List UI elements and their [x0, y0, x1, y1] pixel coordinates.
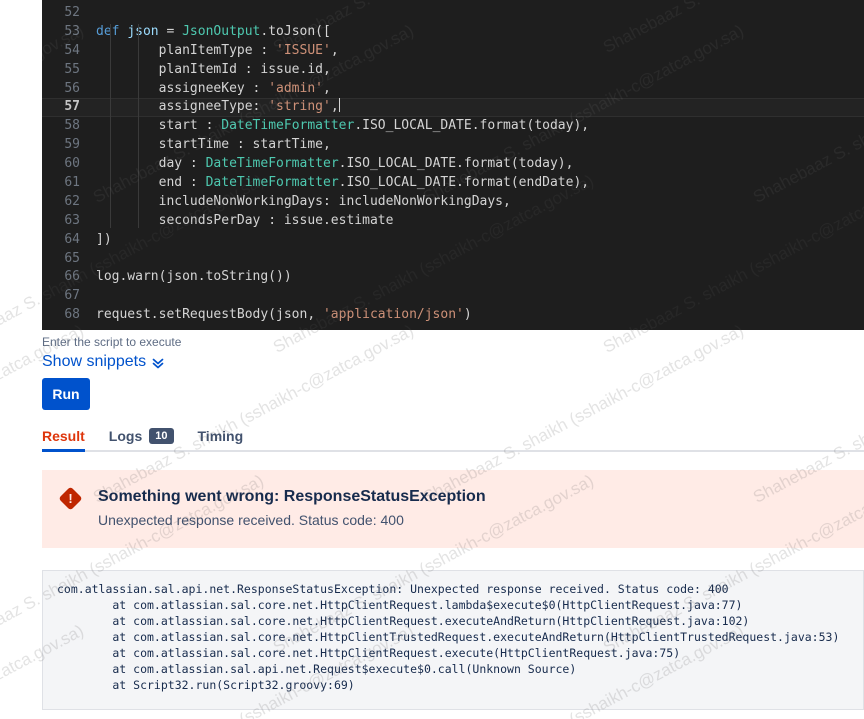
error-diamond-icon: ! [58, 486, 84, 512]
code-line[interactable]: 54 planItemType : 'ISSUE', [42, 42, 864, 61]
code-text: day : DateTimeFormatter.ISO_LOCAL_DATE.f… [158, 156, 574, 172]
code-line[interactable]: 56 assigneeKey : 'admin', [42, 80, 864, 99]
code-text: assigneeType: 'string', [158, 98, 340, 115]
code-line[interactable]: 61 end : DateTimeFormatter.ISO_LOCAL_DAT… [42, 174, 864, 193]
code-line[interactable]: 60 day : DateTimeFormatter.ISO_LOCAL_DAT… [42, 155, 864, 174]
error-text-block: Something went wrong: ResponseStatusExce… [98, 488, 486, 528]
line-number: 63 [64, 212, 80, 228]
code-line[interactable]: 67 [42, 287, 864, 306]
editor-helper-text: Enter the script to execute [42, 335, 182, 349]
code-text: planItemId : issue.id, [158, 61, 331, 77]
line-number: 67 [64, 288, 80, 304]
code-lines[interactable]: 52 53 def json = JsonOutput.toJson([ 54 pla… [42, 0, 864, 325]
code-text: startTime : startTime, [158, 137, 331, 153]
indent-guide [138, 24, 139, 228]
code-line[interactable]: 62 includeNonWorkingDays: includeNonWork… [42, 193, 864, 212]
error-banner: ! Something went wrong: ResponseStatusEx… [42, 470, 864, 548]
result-tabs[interactable]: Result Logs 10 Timing [42, 422, 864, 452]
line-number: 54 [64, 42, 80, 58]
stack-trace-line: at com.atlassian.sal.core.net.HttpClient… [57, 630, 840, 644]
chevron-double-down-icon [152, 356, 164, 370]
stack-trace-line: at com.atlassian.sal.api.net.Request$exe… [57, 662, 577, 676]
code-text: start : DateTimeFormatter.ISO_LOCAL_DATE… [158, 118, 590, 134]
run-button[interactable]: Run [42, 378, 90, 410]
error-icon-glyph: ! [68, 491, 73, 506]
code-text: assigneeKey : 'admin', [158, 80, 331, 96]
stack-trace-panel[interactable]: com.atlassian.sal.api.net.ResponseStatus… [42, 570, 864, 710]
code-text: end : DateTimeFormatter.ISO_LOCAL_DATE.f… [158, 175, 590, 191]
code-text: log.warn(json.toString()) [96, 269, 292, 285]
line-number: 53 [64, 23, 80, 39]
tab-result[interactable]: Result [42, 428, 85, 452]
line-number: 68 [64, 307, 80, 323]
stack-trace-line: at com.atlassian.sal.core.net.HttpClient… [57, 598, 743, 612]
code-line[interactable]: 68 request.setRequestBody(json, 'applicat… [42, 306, 864, 325]
tab-badge-count: 10 [149, 428, 174, 444]
tab-label: Logs [108, 428, 143, 444]
stack-trace-line: at com.atlassian.sal.core.net.HttpClient… [57, 614, 750, 628]
line-number: 60 [64, 156, 80, 172]
line-number: 55 [64, 61, 80, 77]
code-text: secondsPerDay : issue.estimate [158, 212, 394, 228]
stack-trace-line: at Script32.run(Script32.groovy:69) [57, 678, 355, 692]
line-number: 61 [64, 175, 80, 191]
code-line[interactable]: 55 planItemId : issue.id, [42, 61, 864, 80]
code-editor[interactable]: 52 53 def json = JsonOutput.toJson([ 54 pla… [42, 0, 864, 330]
line-number: 62 [64, 193, 80, 209]
line-number: 64 [64, 231, 80, 247]
stack-trace-line: com.atlassian.sal.api.net.ResponseStatus… [57, 582, 729, 596]
line-number: 57 [64, 99, 80, 115]
code-line[interactable]: 64]) [42, 231, 864, 250]
line-number: 65 [64, 250, 80, 266]
code-line[interactable]: 53 def json = JsonOutput.toJson([ [42, 23, 864, 42]
show-snippets-link[interactable]: Show snippets [42, 353, 164, 371]
code-line[interactable]: 63 secondsPerDay : issue.estimate [42, 212, 864, 231]
line-number: 56 [64, 80, 80, 96]
code-line[interactable]: 66 log.warn(json.toString()) [42, 268, 864, 287]
tab-timing[interactable]: Timing [198, 428, 244, 452]
code-text: includeNonWorkingDays: includeNonWorking… [158, 193, 511, 209]
error-title: Something went wrong: ResponseStatusExce… [98, 488, 486, 505]
error-subtitle: Unexpected response received. Status cod… [98, 512, 404, 528]
tab-label: Result [42, 428, 85, 444]
code-line[interactable]: 58 start : DateTimeFormatter.ISO_LOCAL_D… [42, 117, 864, 136]
code-line[interactable]: 52 [42, 4, 864, 23]
line-number: 59 [64, 137, 80, 153]
indent-guide [110, 24, 111, 228]
code-line[interactable]: 65 [42, 250, 864, 269]
show-snippets-label: Show snippets [42, 353, 147, 370]
code-line[interactable]: 57 assigneeType: 'string', [42, 98, 864, 118]
code-text: request.setRequestBody(json, 'applicatio… [96, 307, 472, 323]
code-text: def json = JsonOutput.toJson([ [96, 23, 331, 39]
code-text: ]) [96, 231, 112, 247]
line-number: 58 [64, 118, 80, 134]
tab-label: Timing [197, 428, 244, 444]
line-number: 52 [64, 5, 80, 20]
code-line[interactable]: 59 startTime : startTime, [42, 136, 864, 155]
text-cursor [338, 98, 340, 113]
tab-logs[interactable]: Logs 10 [109, 428, 174, 452]
line-number: 66 [64, 269, 80, 285]
code-text: planItemType : 'ISSUE', [158, 42, 339, 58]
stack-trace-line: at com.atlassian.sal.core.net.HttpClient… [57, 646, 681, 660]
script-console-pane: Enter the script to execute Show snippet… [0, 330, 864, 719]
